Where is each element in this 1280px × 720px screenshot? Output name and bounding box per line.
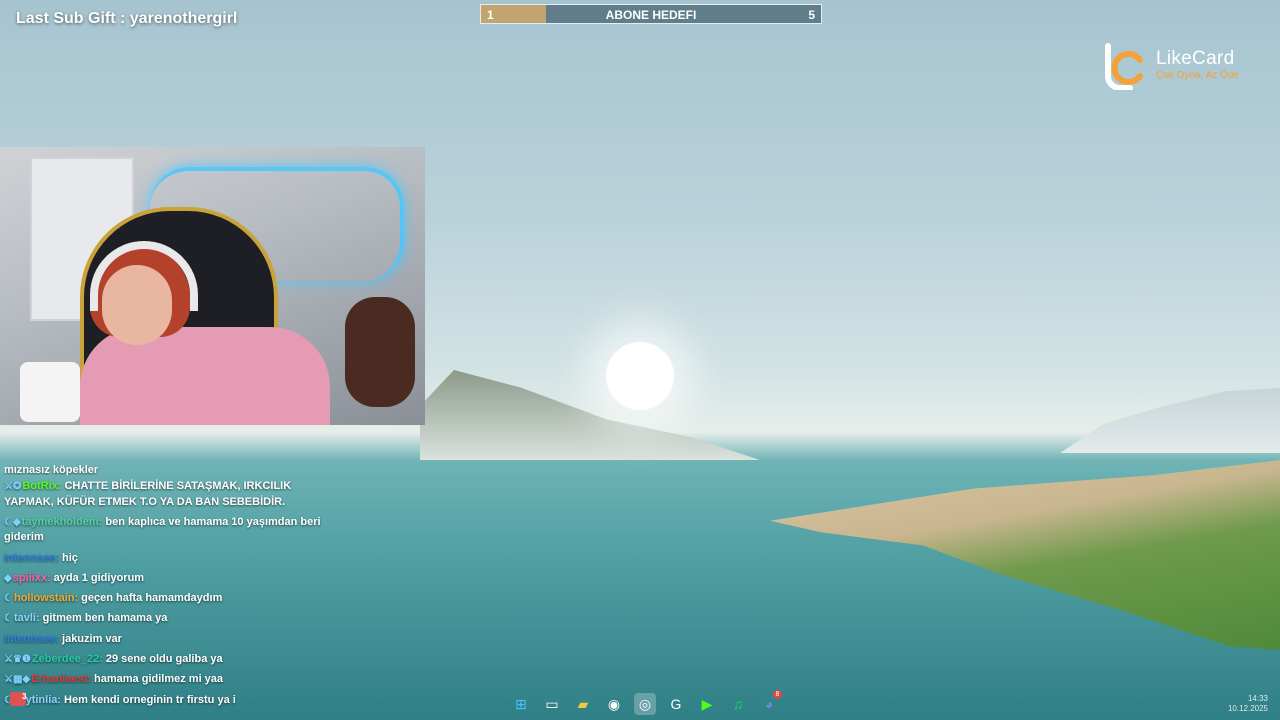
chat-message-text: mıznasız köpekler	[4, 464, 99, 475]
last-sub-gift-label: Last Sub Gift : yarenothergirl	[16, 10, 238, 27]
file-explorer-icon[interactable]: ▰	[572, 693, 594, 715]
clock-time: 14:33	[1247, 694, 1268, 703]
chat-message: ⚔✪BotRix: CHATTE BİRİLERİNE SATAŞMAK, IRK…	[4, 479, 334, 510]
taskbar-glyph: ◉	[607, 695, 621, 712]
chat-username[interactable]: Intennsee:	[4, 633, 59, 645]
taskbar-glyph: ◎	[638, 695, 652, 712]
chat-message-text: gitmem ben hamama ya	[42, 612, 168, 625]
taskbar-glyph: G	[670, 696, 682, 712]
chat-badge-icons: ☾	[4, 593, 13, 605]
chat-message-text: jakuzim var	[62, 632, 122, 645]
clock-date: 10.12.2025	[1227, 704, 1268, 713]
g-app-icon[interactable]: G	[665, 693, 687, 715]
streamer-hoodie	[80, 327, 330, 425]
kick-icon[interactable]: ▶	[696, 693, 718, 715]
chat-message: Intennsee: hiç	[4, 551, 334, 567]
taskbar-glyph: ⊞	[515, 695, 527, 712]
chat-username[interactable]: tavli:	[14, 612, 40, 624]
chat-badge-icons: ⚔✪	[4, 481, 22, 492]
chat-overlay: mıznasız köpekler ⚔✪BotRix: CHATTE BİRİLER…	[4, 463, 334, 713]
headset-icon	[90, 241, 198, 311]
notification-count: 3	[22, 692, 27, 701]
chat-message: ☾zeytinlia: Hem kendi orneginin tr firstu…	[4, 693, 334, 709]
chat-username[interactable]: Zeberdee_22:	[32, 653, 103, 665]
chat-message-text: hiç	[62, 551, 78, 564]
chat-badge-icons: ☾◆	[4, 516, 21, 528]
chat-message: ☾tavli: gitmem ben hamama ya	[4, 611, 334, 627]
goal-title: ABONE HEDEFI	[605, 8, 697, 22]
task-view-icon[interactable]: ▭	[541, 693, 563, 715]
webcam-feed	[0, 147, 425, 425]
sponsor-tagline: Çok Oyna, Az Öde	[1156, 70, 1239, 81]
taskbar-glyph: ◕	[764, 696, 774, 712]
chat-message-text: 29 sene oldu galiba ya	[105, 653, 223, 666]
chat-username[interactable]: BotRix:	[22, 480, 61, 492]
chat-message-text: hamama gidilmez mi yaa	[94, 673, 224, 686]
taskbar-glyph: ▶	[701, 695, 713, 712]
chat-message: ⚔♛❶Zeberdee_22: 29 sene oldu galiba ya	[4, 652, 334, 668]
chat-message: ◆spiiixx: ayda 1 gidiyorum	[4, 571, 334, 587]
taskbar-glyph: ♫	[732, 696, 744, 712]
chat-message: Intennsee: jakuzim var	[4, 632, 334, 648]
obs-icon[interactable]: ◉	[603, 693, 625, 715]
sponsor-logo: LikeCard Çok Oyna, Az Öde	[1100, 40, 1260, 92]
goal-target-value: 5	[808, 8, 815, 22]
chat-message: mıznasız köpekler	[4, 463, 334, 475]
windows-start-icon[interactable]: ⊞	[510, 693, 532, 715]
taskbar-glyph: ▰	[577, 695, 589, 712]
chat-badge-icons: ☾	[4, 613, 13, 625]
windows-taskbar: ⊞ ▭ ▰ ◉ ◎ G ▶ ♫ ◕ 8	[510, 690, 782, 716]
likecard-logo-icon	[1105, 43, 1143, 90]
chrome-icon[interactable]: ◎	[634, 693, 656, 715]
sun	[606, 342, 674, 410]
taskbar-badge: 8	[773, 690, 782, 699]
chat-message-text: Hem kendi orneginin tr firstu ya i	[64, 693, 236, 706]
chat-badge-icons: ⚔▦◆	[4, 674, 31, 686]
chat-badge-icons: ⚔♛❶	[4, 654, 31, 666]
chat-message: ☾◆taymekholdem: ben kaplıca ve hamama 10 …	[4, 515, 334, 546]
discord-icon[interactable]: ◕ 8	[758, 690, 782, 715]
chat-message: ⚔▦◆Erhanlaest: hamama gidilmez mi yaa	[4, 672, 334, 688]
chat-username[interactable]: hollowstain:	[14, 592, 78, 604]
chat-message-text: ayda 1 gidiyorum	[53, 571, 145, 584]
spotify-icon[interactable]: ♫	[727, 693, 749, 715]
chat-username[interactable]: Erhanlaest:	[31, 673, 91, 685]
chat-username[interactable]: Intennsee:	[4, 552, 59, 564]
left-hill	[420, 370, 760, 460]
chat-message-text: geçen hafta hamamdaydım	[81, 592, 223, 605]
sponsor-name: LikeCard	[1156, 48, 1235, 69]
chat-username[interactable]: spiiixx:	[13, 572, 51, 584]
webcam-streamer	[80, 241, 330, 425]
webcam-plush-bear	[345, 297, 415, 407]
grass-shore	[770, 460, 1280, 650]
system-clock[interactable]: 14:33 10.12.2025	[1228, 694, 1268, 714]
webcam-cup	[20, 362, 80, 422]
subscriber-goal-bar: 1 ABONE HEDEFI 5	[480, 4, 822, 24]
chat-badge-icons: ◆	[4, 572, 12, 584]
right-mountain	[1060, 388, 1280, 453]
chat-username[interactable]: taymekholdem:	[22, 516, 103, 528]
chat-message: ☾hollowstain: geçen hafta hamamdaydım	[4, 591, 334, 607]
taskbar-glyph: ▭	[545, 695, 559, 712]
